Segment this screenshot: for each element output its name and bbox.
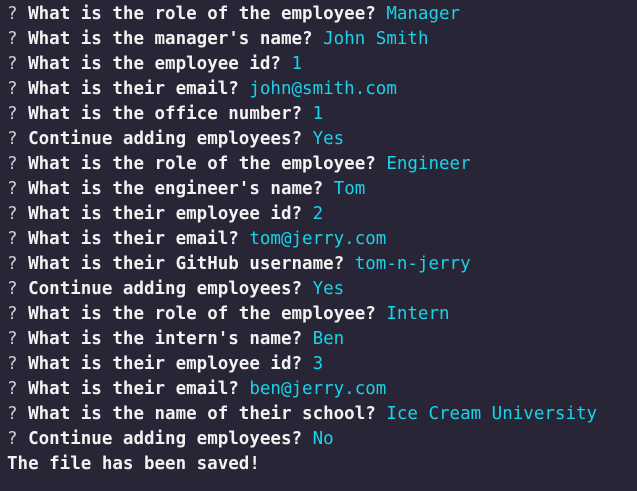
prompt-answer: john@smith.com bbox=[249, 79, 397, 99]
prompt-line: ? What is the employee id? 1 bbox=[7, 52, 637, 77]
prompt-question: What is the role of the employee? bbox=[28, 304, 376, 324]
prompt-answer: tom-n-jerry bbox=[354, 254, 471, 274]
prompt-question: What is their email? bbox=[28, 79, 239, 99]
prompt-symbol: ? bbox=[7, 79, 18, 99]
prompt-answer: 1 bbox=[312, 104, 324, 124]
prompt-line: ? Continue adding employees? Yes bbox=[7, 127, 637, 152]
prompt-question: What is the engineer's name? bbox=[28, 179, 324, 199]
prompt-symbol: ? bbox=[7, 204, 18, 224]
prompt-answer: Yes bbox=[312, 279, 345, 299]
prompt-question: What is their employee id? bbox=[28, 354, 303, 374]
prompt-answer: ben@jerry.com bbox=[249, 379, 387, 399]
prompt-question: What is the name of their school? bbox=[28, 404, 376, 424]
prompt-symbol: ? bbox=[7, 179, 18, 199]
prompt-symbol: ? bbox=[7, 29, 18, 49]
prompt-line: ? What is their email? tom@jerry.com bbox=[7, 227, 637, 252]
prompt-question: Continue adding employees? bbox=[28, 279, 303, 299]
prompt-answer: No bbox=[312, 429, 334, 449]
prompt-question: What is their GitHub username? bbox=[28, 254, 345, 274]
prompt-line: ? What is the role of the employee? Mana… bbox=[7, 2, 637, 27]
prompt-answer: tom@jerry.com bbox=[249, 229, 387, 249]
prompt-question: Continue adding employees? bbox=[28, 129, 303, 149]
prompt-line: ? Continue adding employees? No bbox=[7, 427, 637, 452]
prompt-line: ? What is their employee id? 3 bbox=[7, 352, 637, 377]
prompt-question: What is the office number? bbox=[28, 104, 303, 124]
prompt-symbol: ? bbox=[7, 254, 18, 274]
prompt-symbol: ? bbox=[7, 354, 18, 374]
terminal-output: ? What is the role of the employee? Mana… bbox=[7, 2, 637, 477]
prompt-question: What is the employee id? bbox=[28, 54, 281, 74]
prompt-question: What is their employee id? bbox=[28, 204, 303, 224]
prompt-answer: Engineer bbox=[386, 154, 471, 174]
prompt-question: What is the role of the employee? bbox=[28, 4, 376, 24]
prompt-line: ? What is the name of their school? Ice … bbox=[7, 402, 637, 427]
prompt-answer: 1 bbox=[291, 54, 303, 74]
prompt-question: What is their email? bbox=[28, 379, 239, 399]
prompt-answer: Manager bbox=[386, 4, 461, 24]
prompt-answer: Intern bbox=[386, 304, 450, 324]
prompt-question: What is the intern's name? bbox=[28, 329, 303, 349]
prompt-symbol: ? bbox=[7, 379, 18, 399]
prompt-line: ? What is the role of the employee? Engi… bbox=[7, 152, 637, 177]
prompt-symbol: ? bbox=[7, 229, 18, 249]
prompt-answer: Ben bbox=[312, 329, 345, 349]
prompt-symbol: ? bbox=[7, 404, 18, 424]
prompt-question: Continue adding employees? bbox=[28, 429, 303, 449]
prompt-answer: Tom bbox=[333, 179, 366, 199]
prompt-line: ? What is the intern's name? Ben bbox=[7, 327, 637, 352]
prompt-question: What is their email? bbox=[28, 229, 239, 249]
prompt-answer: 2 bbox=[312, 204, 324, 224]
prompt-symbol: ? bbox=[7, 54, 18, 74]
prompt-symbol: ? bbox=[7, 279, 18, 299]
prompt-symbol: ? bbox=[7, 329, 18, 349]
prompt-line: ? Continue adding employees? Yes bbox=[7, 277, 637, 302]
prompt-answer: Ice Cream University bbox=[386, 404, 598, 424]
prompt-line: ? What is their employee id? 2 bbox=[7, 202, 637, 227]
prompt-line: ? What is their email? ben@jerry.com bbox=[7, 377, 637, 402]
prompt-line: ? What is their email? john@smith.com bbox=[7, 77, 637, 102]
prompt-line: ? What is the role of the employee? Inte… bbox=[7, 302, 637, 327]
prompt-line: ? What is the manager's name? John Smith bbox=[7, 27, 637, 52]
prompt-symbol: ? bbox=[7, 129, 18, 149]
prompt-answer: John Smith bbox=[323, 29, 429, 49]
prompt-symbol: ? bbox=[7, 154, 18, 174]
prompt-question: What is the role of the employee? bbox=[28, 154, 376, 174]
prompt-line: ? What is the office number? 1 bbox=[7, 102, 637, 127]
prompt-symbol: ? bbox=[7, 429, 18, 449]
final-message: The file has been saved! bbox=[7, 454, 260, 474]
prompt-line: ? What is the engineer's name? Tom bbox=[7, 177, 637, 202]
prompt-question: What is the manager's name? bbox=[28, 29, 313, 49]
prompt-answer: Yes bbox=[312, 129, 345, 149]
prompt-line: ? What is their GitHub username? tom-n-j… bbox=[7, 252, 637, 277]
prompt-symbol: ? bbox=[7, 304, 18, 324]
prompt-symbol: ? bbox=[7, 104, 18, 124]
prompt-answer: 3 bbox=[312, 354, 324, 374]
terminal-window[interactable]: ? What is the role of the employee? Mana… bbox=[0, 2, 637, 491]
prompt-symbol: ? bbox=[7, 4, 18, 24]
